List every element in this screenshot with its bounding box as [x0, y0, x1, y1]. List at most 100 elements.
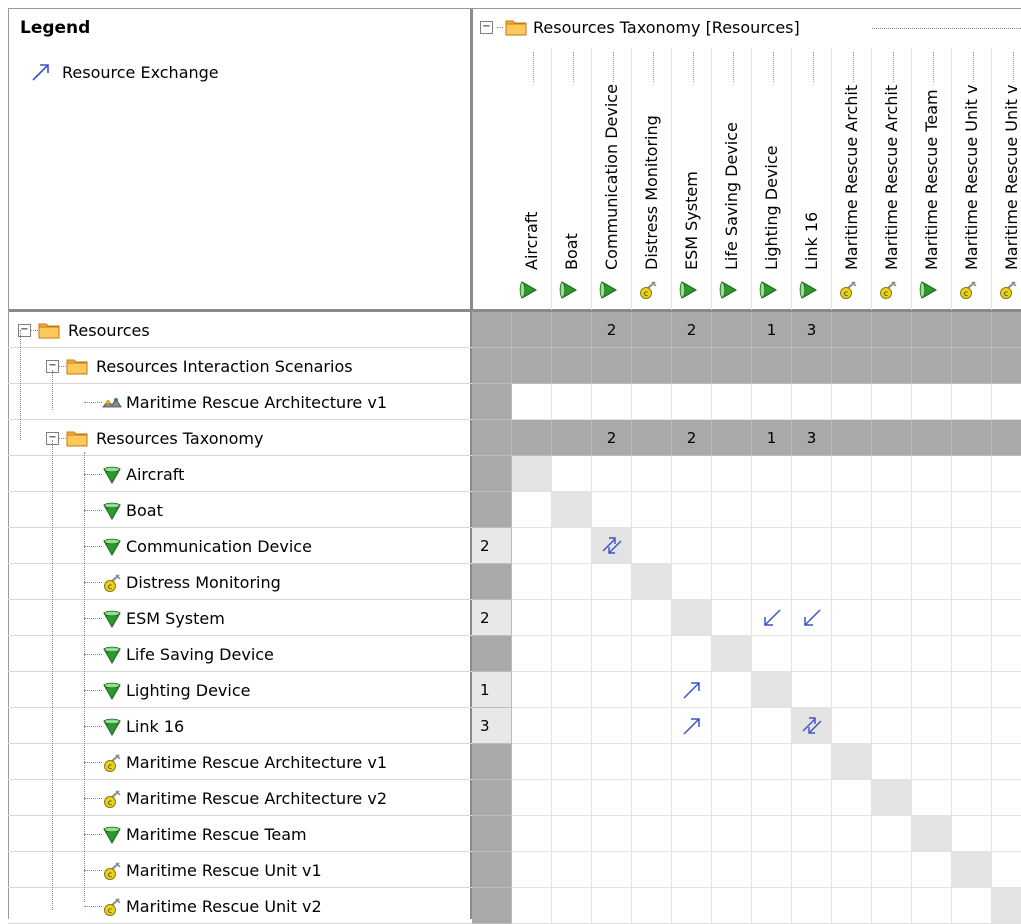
- matrix-cell[interactable]: [992, 384, 1021, 420]
- matrix-cell[interactable]: [552, 708, 592, 744]
- matrix-cell[interactable]: [832, 492, 872, 528]
- matrix-cell[interactable]: [872, 600, 912, 636]
- matrix-cell[interactable]: [592, 708, 632, 744]
- matrix-cell[interactable]: [632, 528, 672, 564]
- column-group-header[interactable]: − Resources Taxonomy [Resources]: [480, 14, 800, 40]
- tree-row[interactable]: Maritime Rescue Architecture v1: [8, 384, 472, 420]
- matrix-cell[interactable]: [872, 384, 912, 420]
- matrix-cell[interactable]: [832, 708, 872, 744]
- tree-row[interactable]: − Resources: [8, 312, 472, 348]
- matrix-cell[interactable]: [592, 600, 632, 636]
- matrix-cell[interactable]: [912, 384, 952, 420]
- matrix-cell[interactable]: [712, 528, 752, 564]
- matrix-cell[interactable]: [832, 564, 872, 600]
- column-header[interactable]: Maritime Rescue Archit c: [872, 48, 912, 310]
- matrix-cell[interactable]: [592, 492, 632, 528]
- matrix-cell[interactable]: [832, 384, 872, 420]
- matrix-cell[interactable]: [552, 852, 592, 888]
- matrix-cell[interactable]: [832, 456, 872, 492]
- matrix-cell[interactable]: [632, 420, 672, 456]
- matrix-cell[interactable]: [592, 672, 632, 708]
- matrix-cell[interactable]: [712, 564, 752, 600]
- matrix-cell[interactable]: [712, 312, 752, 348]
- matrix-cell[interactable]: [552, 456, 592, 492]
- tree-row[interactable]: ESM System: [8, 600, 472, 636]
- matrix-cell[interactable]: [712, 384, 752, 420]
- matrix-cell[interactable]: [952, 564, 992, 600]
- matrix-cell[interactable]: [632, 384, 672, 420]
- matrix-cell[interactable]: [712, 636, 752, 672]
- matrix-cell[interactable]: [632, 708, 672, 744]
- matrix-cell[interactable]: [752, 456, 792, 492]
- tree-row[interactable]: Maritime Rescue Team: [8, 816, 472, 852]
- matrix-cell[interactable]: [992, 492, 1021, 528]
- matrix-cell[interactable]: [712, 456, 752, 492]
- matrix-cell[interactable]: [792, 348, 832, 384]
- matrix-cell[interactable]: [792, 672, 832, 708]
- matrix-cell[interactable]: [632, 348, 672, 384]
- matrix-cell[interactable]: [952, 780, 992, 816]
- matrix-cell[interactable]: [592, 636, 632, 672]
- matrix-cell[interactable]: [832, 312, 872, 348]
- matrix-cell[interactable]: [992, 312, 1021, 348]
- matrix-cell[interactable]: [912, 456, 952, 492]
- row-count-cell[interactable]: [472, 564, 512, 600]
- matrix-cell[interactable]: [992, 672, 1021, 708]
- tree-row[interactable]: c Maritime Rescue Unit v1: [8, 852, 472, 888]
- tree-row[interactable]: Life Saving Device: [8, 636, 472, 672]
- column-header[interactable]: Lighting Device: [752, 48, 792, 310]
- matrix-cell[interactable]: [872, 636, 912, 672]
- matrix-cell[interactable]: [512, 492, 552, 528]
- matrix-cell[interactable]: [552, 636, 592, 672]
- matrix-cell[interactable]: [872, 492, 912, 528]
- matrix-cell[interactable]: [632, 492, 672, 528]
- matrix-cell[interactable]: [512, 636, 552, 672]
- matrix-cell[interactable]: [512, 312, 552, 348]
- matrix-cell[interactable]: [712, 816, 752, 852]
- matrix-cell[interactable]: [872, 780, 912, 816]
- matrix-cell[interactable]: [552, 564, 592, 600]
- matrix-cell[interactable]: [592, 348, 632, 384]
- tree-row[interactable]: Boat: [8, 492, 472, 528]
- matrix-cell[interactable]: [552, 672, 592, 708]
- row-count-cell[interactable]: [472, 636, 512, 672]
- matrix-cell[interactable]: [992, 348, 1021, 384]
- matrix-cell[interactable]: [792, 852, 832, 888]
- row-count-cell[interactable]: [472, 816, 512, 852]
- matrix-cell[interactable]: [952, 600, 992, 636]
- matrix-cell[interactable]: [872, 312, 912, 348]
- matrix-cell[interactable]: [752, 348, 792, 384]
- matrix-cell[interactable]: [872, 420, 912, 456]
- matrix-cell[interactable]: [632, 780, 672, 816]
- matrix-cell[interactable]: [512, 564, 552, 600]
- matrix-cell[interactable]: [992, 456, 1021, 492]
- matrix-cell[interactable]: [672, 528, 712, 564]
- matrix-cell[interactable]: [512, 384, 552, 420]
- matrix-cell[interactable]: [632, 312, 672, 348]
- matrix-cell[interactable]: [632, 636, 672, 672]
- tree-row[interactable]: − Resources Interaction Scenarios: [8, 348, 472, 384]
- column-header[interactable]: Maritime Rescue Archit c: [832, 48, 872, 310]
- matrix-cell[interactable]: [832, 420, 872, 456]
- tree-row[interactable]: Aircraft: [8, 456, 472, 492]
- matrix-cell[interactable]: [592, 852, 632, 888]
- matrix-cell[interactable]: [552, 780, 592, 816]
- matrix-cell[interactable]: [872, 852, 912, 888]
- row-count-cell[interactable]: [472, 780, 512, 816]
- matrix-cell[interactable]: [752, 744, 792, 780]
- column-header[interactable]: Maritime Rescue Unit v c: [952, 48, 992, 310]
- matrix-cell[interactable]: [952, 636, 992, 672]
- column-header[interactable]: ESM System: [672, 48, 712, 310]
- row-count-cell[interactable]: 1: [472, 672, 512, 708]
- row-count-cell[interactable]: [472, 852, 512, 888]
- column-header[interactable]: Boat: [552, 48, 592, 310]
- column-header[interactable]: Link 16: [792, 48, 832, 310]
- row-count-cell[interactable]: [472, 456, 512, 492]
- matrix-cell[interactable]: [792, 384, 832, 420]
- matrix-cell[interactable]: [912, 852, 952, 888]
- row-count-cell[interactable]: [472, 492, 512, 528]
- matrix-cell[interactable]: [512, 672, 552, 708]
- matrix-cell[interactable]: [912, 744, 952, 780]
- matrix-cell[interactable]: [712, 492, 752, 528]
- matrix-cell[interactable]: [552, 348, 592, 384]
